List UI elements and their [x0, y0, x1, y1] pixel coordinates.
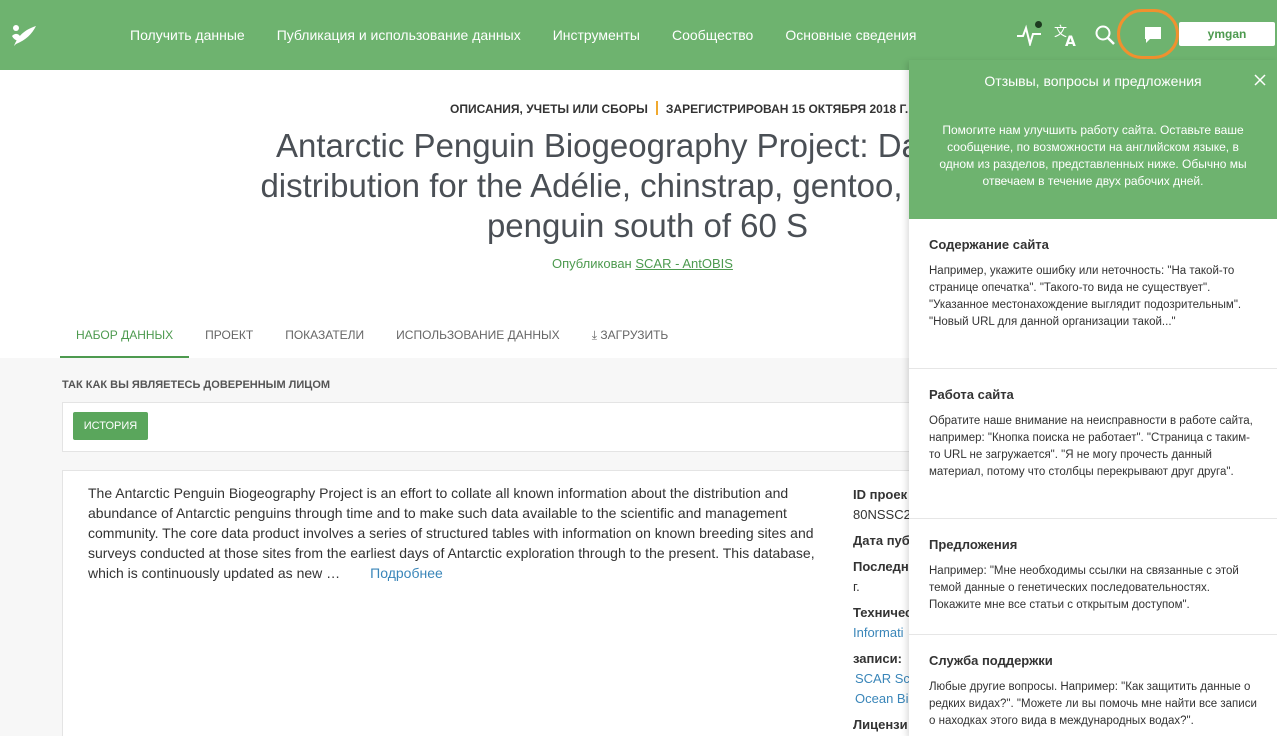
user-account-button[interactable]: ymgan — [1179, 22, 1275, 46]
feedback-section-title: Служба поддержки — [929, 653, 1053, 668]
feedback-section-text: Например: "Мне необходимы ссылки на связ… — [929, 565, 1239, 611]
dataset-meta: ОПИСАНИЯ, УЧЕТЫ ИЛИ СБОРЫ ЗАРЕГИСТРИРОВАН… — [450, 101, 908, 116]
nav-publishing[interactable]: Публикация и использование данных — [277, 27, 521, 43]
search-icon[interactable] — [1090, 20, 1120, 50]
translate-icon[interactable]: 文A — [1052, 20, 1082, 50]
meta-separator — [655, 101, 658, 115]
pulse-icon[interactable] — [1014, 20, 1044, 50]
dataset-tabs: НАБОР ДАННЫХ ПРОЕКТ ПОКАЗАТЕЛИ ИСПОЛЬЗОВ… — [60, 324, 684, 358]
feedback-panel-header: Отзывы, вопросы и предложения Помогите н… — [909, 60, 1277, 219]
dataset-registered: ЗАРЕГИСТРИРОВАН 15 ОКТЯБРЯ 2018 Г. — [665, 102, 909, 116]
published-by-label: Опубликован — [552, 256, 632, 271]
feedback-highlight-ring — [1117, 9, 1179, 59]
notification-dot — [1035, 21, 1042, 28]
close-icon[interactable] — [1252, 72, 1268, 88]
download-icon: ⤓ — [591, 328, 597, 342]
gbif-logo-icon[interactable] — [10, 22, 40, 50]
history-box: ИСТОРИЯ — [62, 402, 922, 452]
main-nav: Получить данные Публикация и использован… — [130, 0, 949, 70]
tab-data-usage[interactable]: ИСПОЛЬЗОВАНИЕ ДАННЫХ — [380, 324, 576, 358]
nav-community[interactable]: Сообщество — [672, 27, 753, 43]
feedback-section-ideas[interactable]: Предложения Например: "Мне необходимы сс… — [909, 519, 1277, 635]
feedback-section-title: Содержание сайта — [929, 237, 1049, 252]
description: The Antarctic Penguin Biogeography Proje… — [88, 483, 828, 583]
nav-get-data[interactable]: Получить данные — [130, 27, 245, 43]
feedback-section-title: Предложения — [929, 537, 1018, 552]
tab-metrics[interactable]: ПОКАЗАТЕЛИ — [269, 324, 380, 358]
trusted-label: ТАК КАК ВЫ ЯВЛЯЕТЕСЬ ДОВЕРЕННЫМ ЛИЦОМ — [62, 379, 331, 391]
publisher-line: Опубликован SCAR - AntOBIS — [552, 256, 733, 271]
feedback-panel-title: Отзывы, вопросы и предложения — [984, 73, 1202, 89]
dataset-type: ОПИСАНИЯ, УЧЕТЫ ИЛИ СБОРЫ — [450, 102, 648, 116]
history-button[interactable]: ИСТОРИЯ — [73, 412, 148, 440]
feedback-panel: Отзывы, вопросы и предложения Помогите н… — [909, 60, 1277, 736]
feedback-section-text: Например, укажите ошибку или неточность:… — [929, 265, 1242, 328]
publisher-link[interactable]: SCAR - AntOBIS — [635, 256, 733, 271]
feedback-section-title: Работа сайта — [929, 387, 1014, 402]
feedback-section-text: Обратите наше внимание на неисправности … — [929, 415, 1253, 478]
tab-download-label: ЗАГРУЗИТЬ — [600, 328, 669, 342]
read-more-link[interactable]: Подробнее — [370, 565, 443, 581]
description-card: The Antarctic Penguin Biogeography Proje… — [62, 470, 922, 736]
feedback-section-text: Любые другие вопросы. Например: "Как защ… — [929, 681, 1257, 727]
nav-tools[interactable]: Инструменты — [553, 27, 640, 43]
feedback-intro: Помогите нам улучшить работу сайта. Оста… — [939, 123, 1247, 188]
tab-download[interactable]: ⤓ ЗАГРУЗИТЬ — [576, 324, 685, 358]
tab-project[interactable]: ПРОЕКТ — [189, 324, 269, 358]
feedback-section-function[interactable]: Работа сайта Обратите наше внимание на н… — [909, 369, 1277, 519]
tab-dataset[interactable]: НАБОР ДАННЫХ — [60, 324, 190, 358]
nav-about[interactable]: Основные сведения — [785, 27, 916, 43]
feedback-section-support[interactable]: Служба поддержки Любые другие вопросы. Н… — [909, 635, 1277, 736]
feedback-section-content[interactable]: Содержание сайта Например, укажите ошибк… — [909, 219, 1277, 369]
description-text: The Antarctic Penguin Biogeography Proje… — [88, 485, 815, 581]
svg-text:A: A — [1065, 34, 1076, 47]
